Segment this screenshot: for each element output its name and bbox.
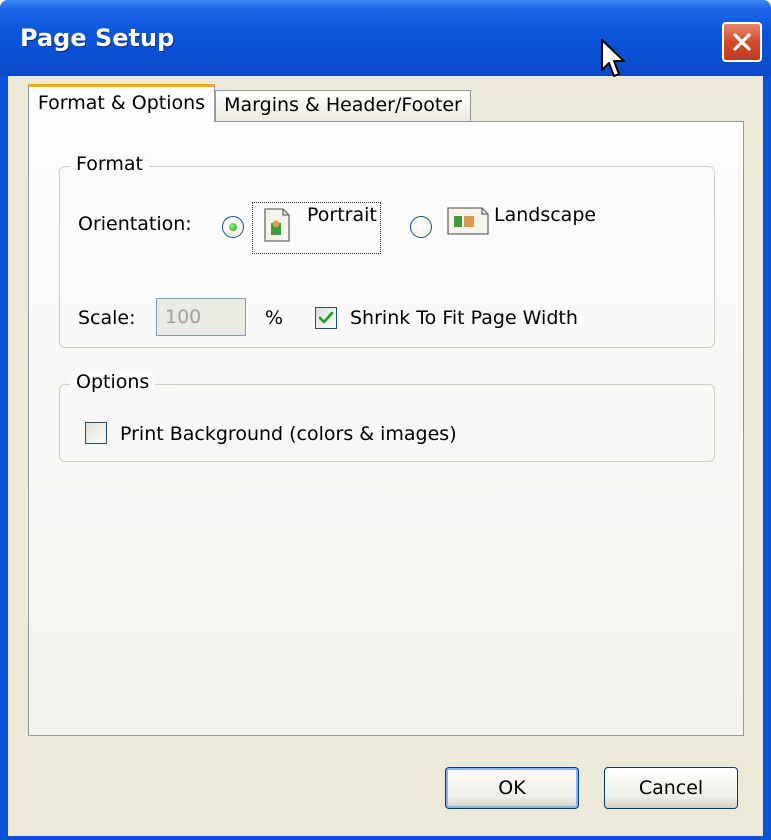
landscape-radio[interactable] (410, 216, 432, 238)
shrink-to-fit-label[interactable]: Shrink To Fit Page Width (350, 307, 578, 329)
title-bar[interactable]: Page Setup (0, 0, 771, 76)
dialog-body: Format & Options Margins & Header/Footer… (8, 76, 763, 836)
landscape-page-icon (447, 207, 489, 235)
dialog-title: Page Setup (20, 24, 175, 52)
scale-input[interactable]: 100 (156, 298, 246, 336)
cancel-button[interactable]: Cancel (604, 767, 738, 809)
tab-margins-header-footer[interactable]: Margins & Header/Footer (215, 90, 471, 122)
portrait-label[interactable]: Portrait (307, 204, 377, 226)
portrait-radio[interactable] (222, 216, 244, 238)
tab-format-options[interactable]: Format & Options (28, 84, 215, 122)
scale-label: Scale: (78, 307, 136, 329)
radio-selected-dot (229, 223, 237, 231)
format-legend: Format (70, 153, 149, 175)
close-button[interactable] (722, 22, 762, 62)
options-legend: Options (70, 371, 156, 393)
mouse-cursor-icon (601, 39, 625, 77)
page-setup-dialog: Page Setup Format & Options Margins & He… (0, 0, 771, 840)
orientation-label: Orientation: (78, 213, 192, 235)
ok-button[interactable]: OK (445, 767, 579, 809)
checkmark-icon (318, 311, 334, 324)
scale-unit: % (265, 307, 284, 329)
landscape-label[interactable]: Landscape (494, 204, 596, 226)
print-background-label[interactable]: Print Background (colors & images) (120, 423, 457, 445)
portrait-page-icon (264, 208, 290, 242)
close-icon (733, 33, 751, 51)
shrink-to-fit-checkbox[interactable] (315, 307, 337, 329)
print-background-checkbox[interactable] (85, 422, 107, 444)
